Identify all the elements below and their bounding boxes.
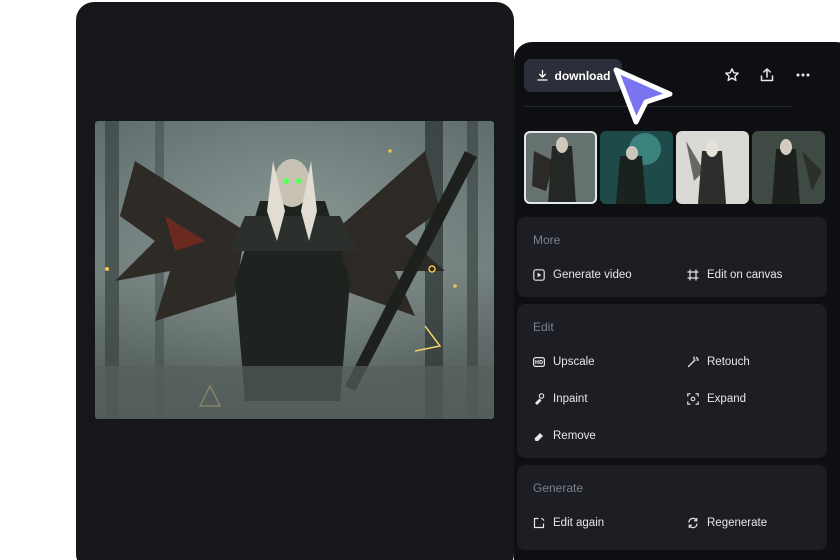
artwork-illustration (95, 121, 494, 419)
inpaint-action[interactable]: Inpaint (533, 391, 588, 407)
generate-video-action[interactable]: Generate video (533, 267, 632, 283)
eraser-icon (534, 433, 543, 441)
upscale-action[interactable]: HD Upscale (533, 354, 595, 370)
screen: download More Generate video Edit on can… (0, 0, 840, 560)
svg-text:HD: HD (535, 360, 543, 366)
regenerate-action[interactable]: Regenerate (687, 515, 767, 531)
expand-action[interactable]: Expand (687, 391, 746, 407)
star-icon[interactable] (723, 66, 741, 84)
refresh-icon (688, 517, 698, 529)
wand-icon (687, 356, 699, 368)
download-icon (536, 69, 548, 81)
main-artwork[interactable] (95, 121, 494, 419)
edit-icon (533, 517, 545, 529)
remove-action[interactable]: Remove (533, 428, 596, 444)
edit-again-action[interactable]: Edit again (533, 515, 604, 531)
generate-section: Generate Edit again Regenerate (517, 465, 827, 550)
thumbnail-1[interactable] (524, 131, 597, 204)
hd-icon: HD (533, 357, 545, 367)
generate-section-title: Generate (533, 481, 584, 495)
tools-panel: download More Generate video Edit on can… (514, 42, 840, 560)
pointer-cursor-icon (613, 67, 673, 125)
canvas-icon (687, 269, 699, 281)
play-icon (533, 269, 545, 281)
expand-icon (687, 393, 699, 405)
retouch-action[interactable]: Retouch (687, 354, 750, 370)
thumbnail-strip (524, 131, 825, 204)
thumbnail-2[interactable] (600, 131, 673, 204)
more-icon[interactable] (794, 66, 812, 84)
more-section: More Generate video Edit on canvas (517, 217, 827, 297)
edit-on-canvas-action[interactable]: Edit on canvas (687, 267, 782, 283)
thumbnail-4[interactable] (752, 131, 825, 204)
edit-section: Edit HD Upscale Retouch Inpaint Expand R… (517, 304, 827, 458)
thumbnail-3[interactable] (676, 131, 749, 204)
image-viewer-panel (76, 2, 514, 560)
edit-section-title: Edit (533, 320, 554, 334)
share-icon[interactable] (758, 66, 776, 84)
inpaint-icon (535, 393, 545, 405)
download-label: download (554, 68, 611, 83)
more-section-title: More (533, 233, 561, 247)
